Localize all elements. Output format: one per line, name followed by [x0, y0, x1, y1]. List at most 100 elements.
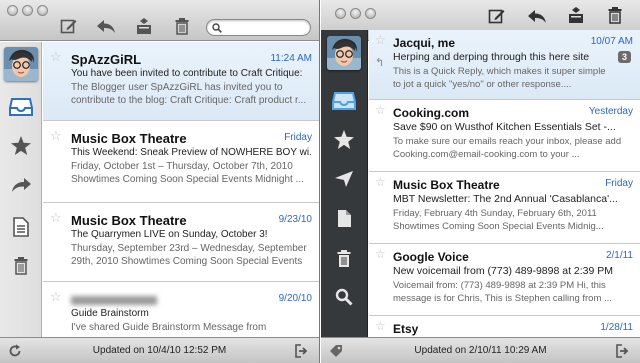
preview: The Blogger user SpAzzGiRL has invited y… — [71, 82, 307, 106]
search-input[interactable] — [225, 22, 305, 33]
date: Friday — [605, 178, 633, 189]
list-item[interactable]: ☆ Music Box Theatre 9/23/10 The Quarryme… — [43, 203, 319, 282]
preview: Friday, October 1st – Thursday, October … — [71, 161, 304, 185]
sender: Cooking.com — [393, 106, 470, 120]
minimize-window-button[interactable] — [350, 8, 361, 19]
sender: Jacqui, me — [393, 36, 456, 50]
list-item[interactable]: ☆ 9/20/10 Guide Brainstorm I've shared G… — [43, 282, 319, 337]
star-icon[interactable]: ☆ — [50, 290, 62, 303]
date: 2/1/11 — [605, 250, 633, 261]
close-window-button[interactable] — [7, 5, 18, 16]
zoom-window-button[interactable] — [37, 5, 48, 16]
star-icon[interactable]: ☆ — [50, 50, 62, 63]
subject: Herping and derping through this here si… — [393, 51, 590, 63]
star-icon[interactable] — [0, 132, 41, 158]
zoom-window-button[interactable] — [365, 8, 376, 19]
right-mail-window: ☆ ↰ Jacqui, me 10/07 AM Herping and derp… — [321, 0, 640, 363]
close-window-button[interactable] — [335, 8, 346, 19]
date: 1/28/11 — [600, 322, 633, 333]
avatar[interactable] — [4, 47, 38, 81]
list-item[interactable]: ☆ SpAzzGiRL 11:24 AM You have been invit… — [43, 42, 319, 121]
document-icon[interactable] — [321, 205, 367, 231]
preview: Thursday, September 23rd – Wednesday, Se… — [71, 243, 307, 269]
star-icon[interactable]: ☆ — [375, 34, 386, 46]
message-list: ☆ SpAzzGiRL 11:24 AM You have been invit… — [43, 42, 319, 337]
sender: Etsy — [393, 322, 419, 336]
list-item[interactable]: ☆ Google Voice 2/1/11 New voicemail from… — [369, 244, 640, 316]
compose-icon[interactable] — [487, 7, 507, 25]
date: 11:24 AM — [270, 53, 312, 64]
status-bar: Updated on 10/4/10 12:52 PM — [0, 337, 319, 363]
archive-icon[interactable] — [566, 6, 586, 24]
trash-icon[interactable] — [605, 6, 625, 24]
status-text: Updated on 10/4/10 12:52 PM — [92, 345, 227, 356]
status-bar: Updated on 2/10/11 10:29 AM — [321, 337, 640, 363]
date: 9/23/10 — [278, 214, 312, 225]
message-list: ☆ ↰ Jacqui, me 10/07 AM Herping and derp… — [369, 30, 640, 337]
preview: I've shared Guide Brainstorm Message fro… — [71, 322, 267, 333]
trash-icon[interactable] — [321, 245, 367, 271]
trash-icon[interactable] — [172, 17, 192, 35]
left-sidebar — [0, 42, 42, 337]
window-controls — [7, 5, 48, 16]
right-sidebar — [321, 30, 368, 337]
forward-icon[interactable] — [0, 172, 41, 198]
logout-icon[interactable] — [295, 344, 309, 360]
subject: Save $90 on Wusthof Kitchen Essentials S… — [393, 121, 616, 133]
date: 9/20/10 — [278, 293, 312, 304]
search-icon[interactable] — [321, 284, 367, 310]
search-field[interactable] — [206, 19, 311, 36]
sender: Google Voice — [393, 250, 469, 264]
trash-icon[interactable] — [0, 252, 41, 278]
avatar[interactable] — [327, 36, 361, 70]
star-icon[interactable] — [321, 126, 367, 152]
star-icon[interactable]: ☆ — [50, 129, 62, 142]
list-item[interactable]: ☆ ↰ Jacqui, me 10/07 AM Herping and derp… — [369, 30, 640, 100]
refresh-icon[interactable] — [8, 344, 22, 360]
date: Friday — [284, 132, 312, 143]
date: Yesterday — [588, 106, 633, 117]
subject: You have been invited to contribute to C… — [71, 68, 303, 79]
document-icon[interactable] — [0, 214, 41, 240]
minimize-window-button[interactable] — [22, 5, 33, 16]
replied-icon: ↰ — [375, 57, 385, 69]
subject: This Weekend: Sneak Preview of NOWHERE B… — [71, 147, 312, 158]
subject: Guide Brainstorm — [71, 308, 149, 319]
sender: SpAzzGiRL — [71, 52, 142, 67]
archive-icon[interactable] — [134, 17, 154, 35]
subject: The Quarrymen LIVE on Sunday, October 3! — [71, 229, 268, 240]
sender: Music Box Theatre — [71, 131, 187, 146]
preview: Friday, February 4th Sunday, February 6t… — [393, 208, 604, 232]
list-item[interactable]: ☆ Music Box Theatre Friday This Weekend:… — [43, 121, 319, 203]
search-icon — [212, 22, 222, 33]
list-item[interactable]: ☆ Cooking.com Yesterday Save $90 on Wust… — [369, 100, 640, 172]
list-item[interactable]: ☆ Music Box Theatre Friday MBT Newslette… — [369, 172, 640, 244]
subject: New voicemail from (773) 489-9898 at 2:3… — [393, 265, 614, 277]
preview: This is a Quick Reply, which makes it su… — [393, 66, 606, 90]
window-controls — [335, 8, 376, 19]
star-icon[interactable]: ☆ — [375, 176, 386, 188]
preview: Voicemail from: (773) 489-9898 at 2:39 P… — [393, 280, 612, 304]
reply-icon[interactable] — [527, 7, 547, 25]
toolbar — [0, 0, 319, 41]
star-icon[interactable]: ☆ — [375, 104, 386, 116]
inbox-icon[interactable] — [0, 94, 41, 120]
sender: Music Box Theatre — [71, 213, 187, 228]
list-item[interactable]: ☆ Etsy 1/28/11 — [369, 316, 640, 337]
sender: Music Box Theatre — [393, 178, 500, 192]
compose-icon[interactable] — [59, 17, 79, 35]
logout-icon[interactable] — [616, 344, 630, 360]
tag-icon[interactable] — [329, 344, 343, 360]
star-icon[interactable]: ☆ — [50, 211, 62, 224]
star-icon[interactable]: ☆ — [375, 248, 386, 260]
subject: MBT Newsletter: The 2nd Annual 'Casablan… — [393, 193, 618, 205]
inbox-icon[interactable] — [321, 88, 367, 114]
left-mail-window: ☆ SpAzzGiRL 11:24 AM You have been invit… — [0, 0, 320, 363]
send-icon[interactable] — [321, 166, 367, 192]
reply-icon[interactable] — [96, 17, 116, 35]
status-text: Updated on 2/10/11 10:29 AM — [414, 345, 547, 356]
preview: To make sure our emails reach your inbox… — [393, 136, 622, 160]
date: 10/07 AM — [590, 36, 633, 47]
sender-redacted — [71, 292, 157, 307]
star-icon[interactable]: ☆ — [375, 320, 386, 332]
